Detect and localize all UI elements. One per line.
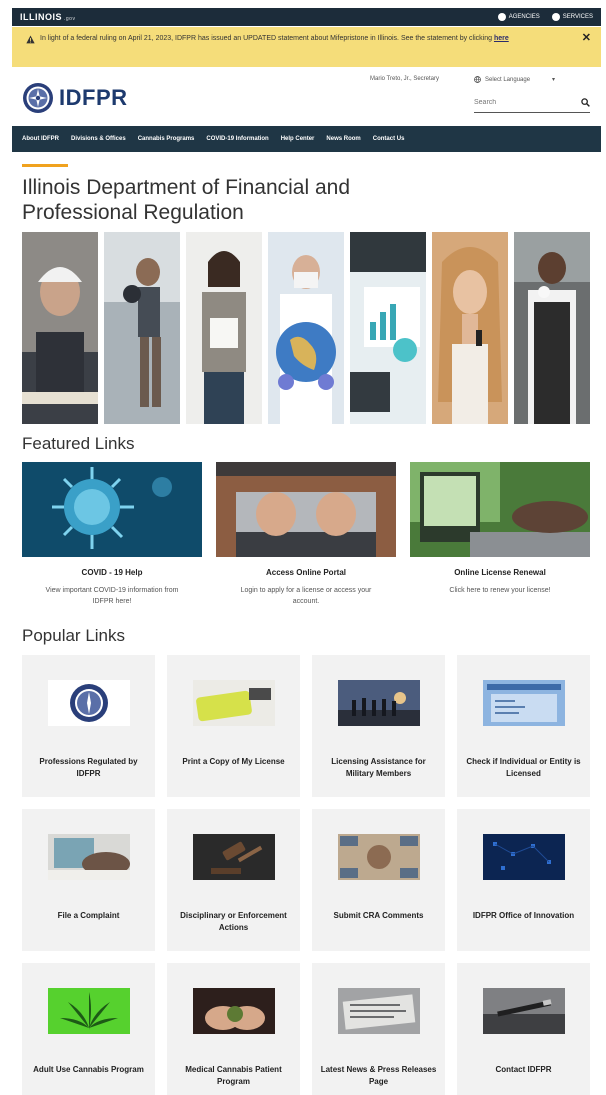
alert-banner: In light of a federal ruling on April 21…: [12, 27, 601, 67]
popular-image-medical-cannabis: [192, 988, 275, 1034]
popular-card-label: Licensing Assistance for Military Member…: [331, 757, 426, 778]
popular-card[interactable]: Medical Cannabis Patient Program: [167, 963, 300, 1095]
popular-card[interactable]: Disciplinary or Enforcement Actions: [167, 809, 300, 951]
idfpr-seal-icon: [23, 83, 53, 113]
popular-card[interactable]: Licensing Assistance for Military Member…: [312, 655, 445, 797]
featured-title: COVID - 19 Help: [81, 568, 143, 577]
featured-image-covid: [22, 462, 202, 557]
popular-card[interactable]: File a Complaint: [22, 809, 155, 951]
featured-card-portal[interactable]: Access Online Portal Login to apply for …: [216, 462, 396, 607]
services-label: SERVICES: [562, 14, 593, 20]
hero-photo-strip: [22, 232, 590, 424]
illinois-logo-suffix: .gov: [64, 16, 76, 22]
agencies-link[interactable]: AGENCIES: [497, 13, 540, 21]
nav-item-help[interactable]: Help Center: [281, 136, 315, 142]
alert-here-link[interactable]: here: [494, 35, 509, 42]
popular-image-military: [337, 680, 420, 726]
popular-card[interactable]: Submit CRA Comments: [312, 809, 445, 951]
agencies-label: AGENCIES: [508, 14, 540, 20]
hero-photo-woman-phone: [432, 232, 508, 424]
popular-image-cannabis-leaf: [47, 988, 130, 1034]
featured-description: View important COVID-19 information from…: [45, 587, 179, 605]
agencies-icon: [497, 13, 506, 21]
featured-description: Login to apply for a license or access y…: [240, 587, 372, 605]
hero-photo-architect: [22, 232, 98, 424]
warning-icon: [26, 35, 35, 44]
search-box: [474, 93, 590, 113]
hero-photo-doctor-globe: [268, 232, 344, 424]
globe-icon: [474, 76, 481, 83]
featured-card-covid[interactable]: COVID - 19 Help View important COVID-19 …: [22, 462, 202, 607]
popular-image-seal: [47, 680, 130, 726]
services-link[interactable]: SERVICES: [551, 13, 593, 21]
popular-card-label: Submit CRA Comments: [333, 911, 424, 920]
popular-card-label: Adult Use Cannabis Program: [33, 1065, 144, 1074]
hero-photo-finance-charts: [350, 232, 426, 424]
popular-image-license: [192, 680, 275, 726]
nav-item-news[interactable]: News Room: [326, 136, 360, 142]
alert-message: In light of a federal ruling on April 21…: [40, 34, 560, 44]
nav-item-about[interactable]: About IDFPR: [22, 136, 59, 142]
popular-card-label: Latest News & Press Releases Page: [320, 1065, 437, 1086]
popular-image-gavel: [192, 834, 275, 880]
language-label: Select Language: [485, 76, 531, 83]
alert-text: In light of a federal ruling on April 21…: [40, 35, 494, 42]
popular-card-label: Professions Regulated by IDFPR: [39, 757, 138, 778]
popular-card-label: Disciplinary or Enforcement Actions: [180, 911, 287, 932]
alert-close-button[interactable]: ✕: [582, 33, 591, 44]
popular-card-label: Contact IDFPR: [495, 1065, 552, 1074]
popular-image-newspapers: [337, 988, 420, 1034]
hero-photo-barista: [514, 232, 590, 424]
nav-item-divisions[interactable]: Divisions & Offices: [71, 136, 126, 142]
popular-image-team-hands: [337, 834, 420, 880]
featured-links-heading: Featured Links: [22, 434, 135, 453]
popular-links-grid: Professions Regulated by IDFPR Print a C…: [22, 655, 590, 1095]
popular-card[interactable]: Contact IDFPR: [457, 963, 590, 1095]
services-icon: [551, 13, 560, 21]
search-input[interactable]: [474, 99, 564, 106]
search-icon[interactable]: [581, 98, 590, 107]
title-accent-line: [22, 164, 68, 167]
chevron-down-icon: ▾: [552, 77, 556, 83]
popular-card[interactable]: Print a Copy of My License: [167, 655, 300, 797]
popular-image-complaint: [47, 834, 130, 880]
hero-photo-woman-clipboard: [186, 232, 262, 424]
nav-item-cannabis[interactable]: Cannabis Programs: [138, 136, 195, 142]
popular-card-label: File a Complaint: [57, 911, 120, 920]
hero-photo-boxer: [104, 232, 180, 424]
secretary-name: Mario Treto, Jr., Secretary: [370, 76, 440, 82]
featured-card-renewal[interactable]: Online License Renewal Click here to ren…: [410, 462, 590, 607]
popular-card-label: Print a Copy of My License: [182, 757, 285, 766]
popular-links-heading: Popular Links: [22, 626, 126, 645]
featured-image-renewal: [410, 462, 590, 557]
featured-title: Online License Renewal: [454, 568, 546, 577]
popular-card[interactable]: Latest News & Press Releases Page: [312, 963, 445, 1095]
popular-card-label: Check if Individual or Entity is License…: [466, 757, 581, 778]
featured-image-portal: [216, 462, 396, 557]
featured-links: COVID - 19 Help View important COVID-19 …: [22, 462, 590, 607]
language-selector[interactable]: Select Language ▾: [474, 76, 555, 83]
illinois-logo-text: ILLINOIS: [20, 12, 62, 22]
popular-card[interactable]: Adult Use Cannabis Program: [22, 963, 155, 1095]
featured-title: Access Online Portal: [265, 568, 347, 577]
popular-image-pen: [482, 988, 565, 1034]
featured-description: Click here to renew your license!: [449, 587, 551, 594]
state-top-bar: ILLINOIS .gov AGENCIES SERVICES: [12, 8, 601, 26]
idfpr-logo[interactable]: IDFPR: [22, 82, 128, 114]
popular-card-label: IDFPR Office of Innovation: [472, 911, 575, 920]
popular-card[interactable]: Check if Individual or Entity is License…: [457, 655, 590, 797]
popular-image-innovation: [482, 834, 565, 880]
popular-card[interactable]: Professions Regulated by IDFPR: [22, 655, 155, 797]
illinois-logo[interactable]: ILLINOIS .gov: [20, 12, 75, 22]
nav-item-contact[interactable]: Contact Us: [373, 136, 405, 142]
main-nav: About IDFPR Divisions & Offices Cannabis…: [12, 126, 601, 152]
popular-image-lookup: [482, 680, 565, 726]
popular-card-label: Medical Cannabis Patient Program: [185, 1065, 282, 1086]
popular-card[interactable]: IDFPR Office of Innovation: [457, 809, 590, 951]
page-title: Illinois Department of Financial and Pro…: [22, 176, 351, 224]
brand-name: IDFPR: [59, 85, 128, 110]
nav-item-covid[interactable]: COVID-19 Information: [206, 136, 268, 142]
